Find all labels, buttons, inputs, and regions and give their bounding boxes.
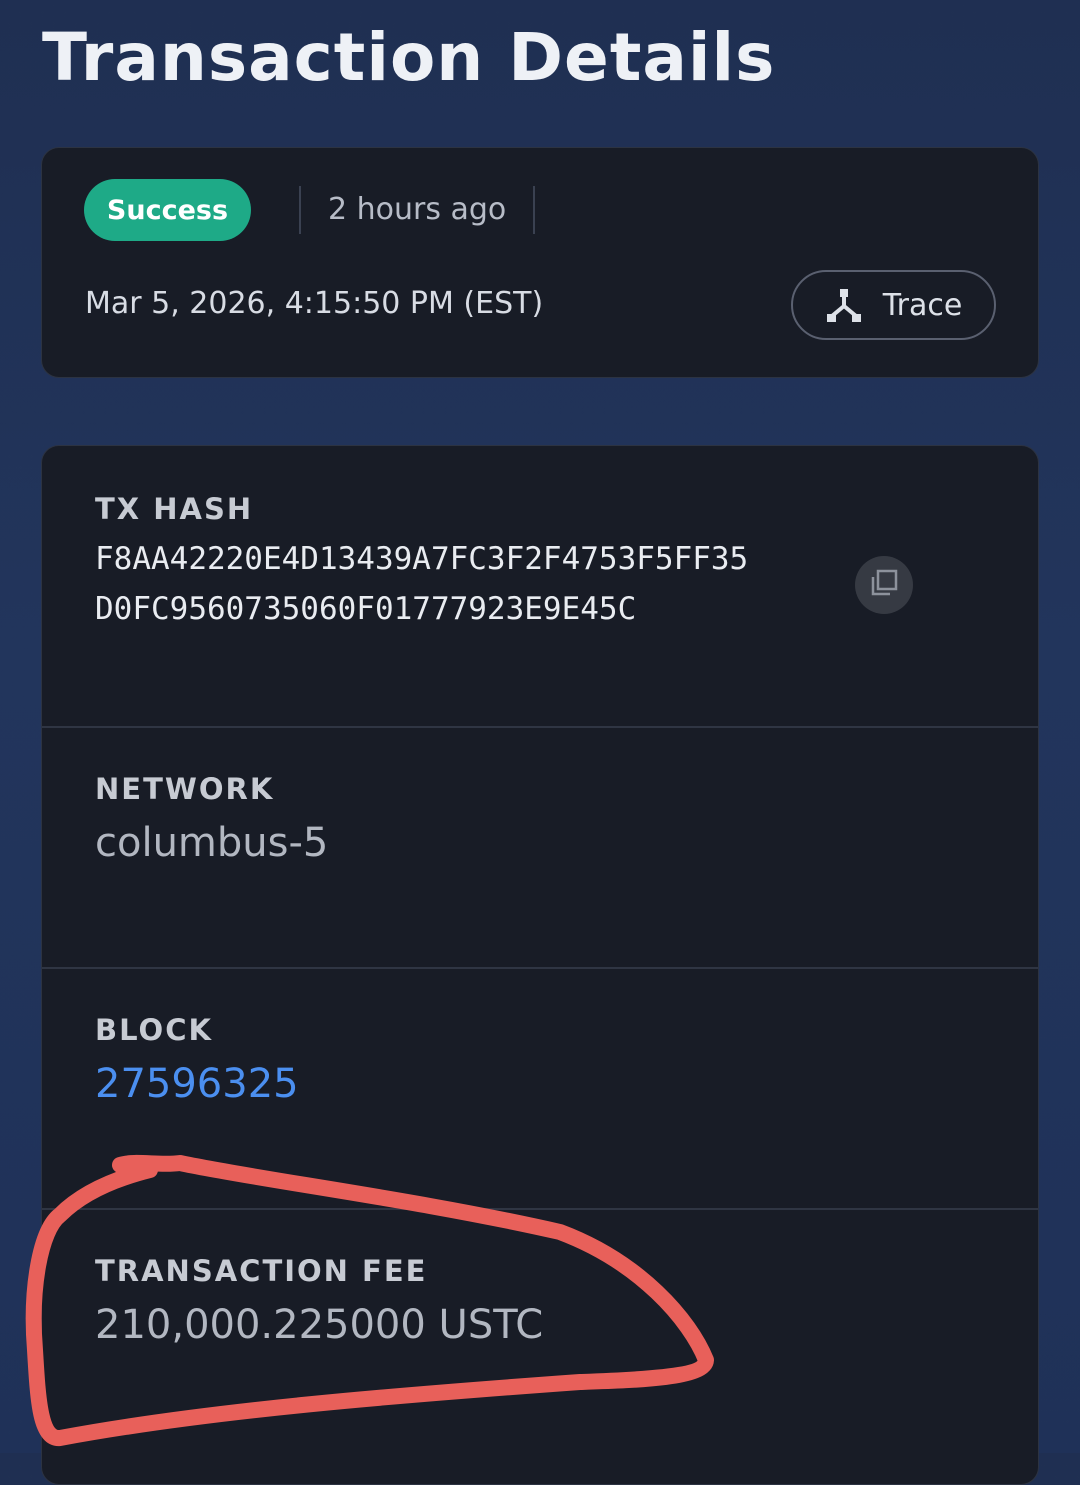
tx-hash-row: TX HASH F8AA42220E4D13439A7FC3F2F4753F5F…: [42, 446, 1038, 728]
fee-value: 210,000.225000 USTC: [95, 1302, 544, 1348]
copy-button[interactable]: [855, 556, 913, 614]
details-card: TX HASH F8AA42220E4D13439A7FC3F2F4753F5F…: [41, 445, 1039, 1485]
status-badge: Success: [84, 179, 251, 241]
trace-button[interactable]: Trace: [791, 270, 996, 340]
tx-hash-line: F8AA42220E4D13439A7FC3F2F4753F5FF35: [95, 541, 749, 577]
network-value: columbus-5: [95, 820, 329, 866]
copy-icon: [869, 568, 899, 602]
trace-branch-icon: [825, 286, 863, 324]
divider: [299, 186, 301, 234]
network-label: NETWORK: [95, 772, 275, 806]
tx-hash-label: TX HASH: [95, 492, 254, 526]
fee-row: TRANSACTION FEE 210,000.225000 USTC: [42, 1210, 1038, 1484]
fee-label: TRANSACTION FEE: [95, 1254, 428, 1288]
tx-hash-value[interactable]: F8AA42220E4D13439A7FC3F2F4753F5FF35 D0FC…: [95, 534, 815, 634]
tx-hash-line: D0FC9560735060F01777923E9E45C: [95, 591, 637, 627]
network-row: NETWORK columbus-5: [42, 728, 1038, 969]
transaction-timestamp: Mar 5, 2026, 4:15:50 PM (EST): [85, 286, 544, 321]
status-card: Success 2 hours ago Mar 5, 2026, 4:15:50…: [41, 147, 1039, 378]
block-row: BLOCK 27596325: [42, 969, 1038, 1210]
block-label: BLOCK: [95, 1013, 213, 1047]
time-ago: 2 hours ago: [328, 192, 507, 227]
divider: [533, 186, 535, 234]
block-link[interactable]: 27596325: [95, 1061, 299, 1107]
trace-label: Trace: [882, 287, 963, 323]
page-title: Transaction Details: [42, 19, 776, 96]
